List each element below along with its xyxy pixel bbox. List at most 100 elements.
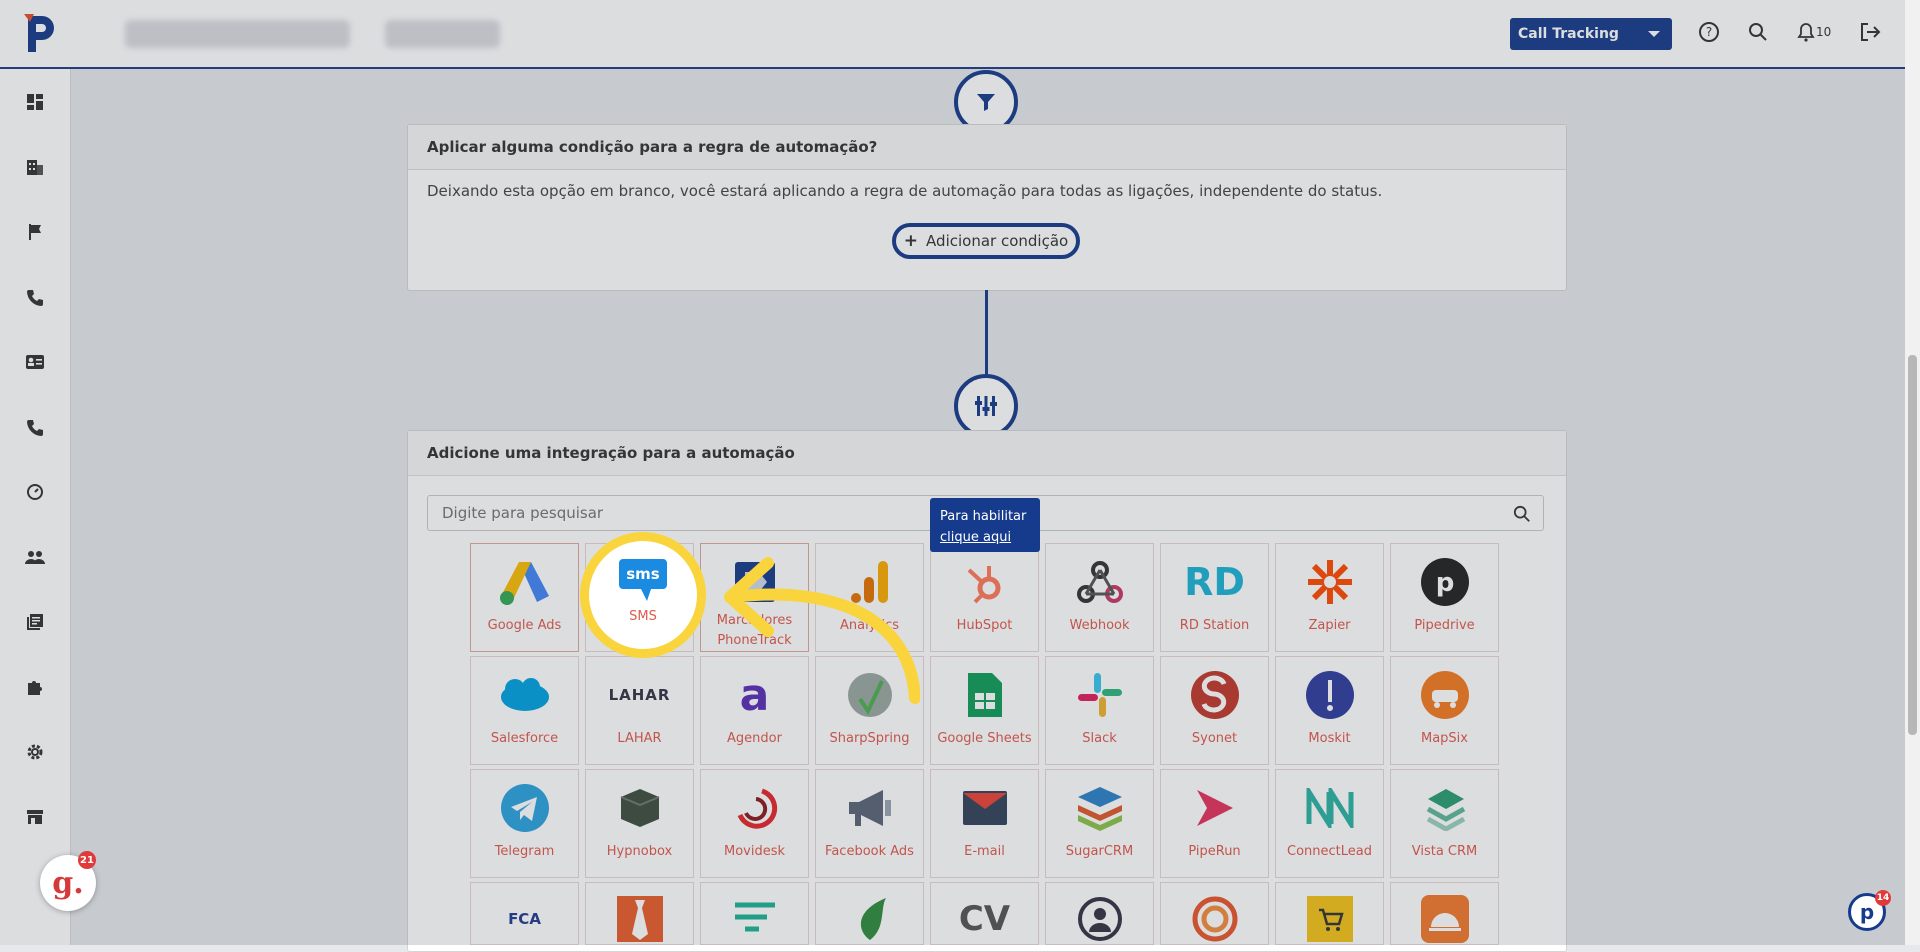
service-bell-icon <box>1417 893 1473 944</box>
integration-tile-piperun[interactable]: PipeRun <box>1160 769 1269 878</box>
building-icon[interactable] <box>22 154 48 180</box>
mapsix-icon <box>1417 667 1473 723</box>
support-badge: 14 <box>1875 890 1891 906</box>
top-bar: Call Tracking ? 10 <box>0 0 1905 69</box>
integration-tile-rdstation[interactable]: RD RD Station <box>1160 543 1269 652</box>
tile-label: Salesforce <box>490 731 559 746</box>
phonetrack-logo[interactable] <box>22 12 58 54</box>
support-widget-button[interactable]: p 14 <box>1848 890 1891 931</box>
speedometer-icon[interactable] <box>22 479 48 505</box>
integration-tile-leaf[interactable] <box>815 882 924 945</box>
search-icon <box>1513 505 1530 522</box>
scrollbar-thumb[interactable] <box>1908 355 1917 735</box>
users-icon[interactable] <box>22 544 48 570</box>
integration-tile-slack[interactable]: Slack <box>1045 656 1154 765</box>
integration-tile-zapier[interactable]: Zapier <box>1275 543 1384 652</box>
integration-tile-email[interactable]: E-mail <box>930 769 1039 878</box>
integration-tile-sms[interactable]: sms SMS <box>580 532 706 658</box>
pipedrive-icon: p <box>1417 554 1473 610</box>
tie-icon <box>612 893 668 944</box>
integration-tile-facebook-ads[interactable]: Facebook Ads <box>815 769 924 878</box>
integration-card-title: Adicione uma integração para a automação <box>408 431 1566 476</box>
integration-tile-lahar[interactable]: LAHAR LAHAR <box>585 656 694 765</box>
account-selector-blurred[interactable] <box>125 20 350 48</box>
integration-tile-telegram[interactable]: Telegram <box>470 769 579 878</box>
puzzle-icon[interactable] <box>22 674 48 700</box>
page-scrollbar[interactable] <box>1905 0 1920 945</box>
integration-tile-google-sheets[interactable]: Google Sheets <box>930 656 1039 765</box>
phone-icon[interactable] <box>22 284 48 310</box>
notifications-button[interactable]: 10 <box>1797 20 1837 44</box>
integration-tile-bell[interactable] <box>1390 882 1499 945</box>
integration-tile-target[interactable] <box>1160 882 1269 945</box>
product-select-label: Call Tracking <box>1518 26 1619 42</box>
integration-tile-google-ads[interactable]: Google Ads <box>470 543 579 652</box>
integration-tile-connectlead[interactable]: ConnectLead <box>1275 769 1384 878</box>
gear-icon[interactable] <box>22 739 48 765</box>
logout-icon[interactable] <box>1858 20 1882 44</box>
tooltip-text: Para habilitar <box>940 509 1027 524</box>
help-icon[interactable]: ? <box>1697 20 1721 44</box>
integration-tile-salesforce[interactable]: Salesforce <box>470 656 579 765</box>
tile-label: Movidesk <box>723 844 786 859</box>
slack-icon <box>1072 667 1128 723</box>
chevron-down-icon <box>1648 31 1660 37</box>
integration-tile-fca[interactable]: FCA <box>470 882 579 945</box>
integration-tile-stripes[interactable] <box>700 882 809 945</box>
cart-icon <box>1302 893 1358 944</box>
integration-tile-mapsix[interactable]: MapSix <box>1390 656 1499 765</box>
store-icon[interactable] <box>22 804 48 830</box>
integration-tile-cart[interactable] <box>1275 882 1384 945</box>
tile-label: ConnectLead <box>1287 844 1372 859</box>
hypnobox-icon <box>612 780 668 836</box>
megaphone-icon <box>842 780 898 836</box>
email-icon <box>957 780 1013 836</box>
connectlead-icon <box>1302 780 1358 836</box>
integration-tile-person[interactable] <box>1045 882 1154 945</box>
flag-icon[interactable] <box>22 219 48 245</box>
svg-text:sms: sms <box>626 565 660 583</box>
add-condition-button[interactable]: + Adicionar condição <box>892 223 1080 259</box>
integration-tile-hubspot[interactable]: HubSpot <box>930 543 1039 652</box>
sidebar <box>0 69 71 945</box>
sugarcrm-icon <box>1072 780 1128 836</box>
sms-icon: sms <box>617 557 669 607</box>
webhook-icon <box>1072 554 1128 610</box>
integration-tile-vista-crm[interactable]: Vista CRM <box>1390 769 1499 878</box>
integration-tile-pipedrive[interactable]: p Pipedrive <box>1390 543 1499 652</box>
contact-card-icon[interactable] <box>22 349 48 375</box>
integration-tile-hypnobox[interactable]: Hypnobox <box>585 769 694 878</box>
syonet-icon <box>1187 667 1243 723</box>
integration-tile-webhook[interactable]: Webhook <box>1045 543 1154 652</box>
connector-line <box>985 290 988 374</box>
tile-label: HubSpot <box>956 618 1013 633</box>
zapier-icon <box>1302 554 1358 610</box>
integration-tile-movidesk[interactable]: Movidesk <box>700 769 809 878</box>
tooltip-link[interactable]: clique aqui <box>940 527 1030 548</box>
integration-tile-syonet[interactable]: Syonet <box>1160 656 1269 765</box>
notification-count: 10 <box>1816 25 1832 39</box>
search-icon[interactable] <box>1746 20 1770 44</box>
chat-widget-button[interactable]: g. 21 <box>40 851 96 911</box>
dashboard-icon[interactable] <box>22 89 48 115</box>
enable-tooltip: Para habilitar clique aqui <box>930 498 1040 552</box>
integration-tile-tie[interactable] <box>585 882 694 945</box>
tile-label: Slack <box>1082 731 1117 746</box>
condition-card: Aplicar alguma condição para a regra de … <box>407 124 1567 291</box>
user-selector-blurred[interactable] <box>385 20 500 48</box>
phone-icon[interactable] <box>22 414 48 440</box>
chat-badge: 21 <box>78 851 96 869</box>
tile-label: SugarCRM <box>1065 844 1134 859</box>
tile-label: Zapier <box>1308 618 1351 633</box>
rdstation-icon: RD <box>1184 560 1245 604</box>
svg-text:?: ? <box>1706 25 1712 39</box>
telegram-icon <box>497 780 553 836</box>
reports-icon[interactable] <box>22 609 48 635</box>
product-select[interactable]: Call Tracking <box>1510 18 1672 50</box>
tile-label: SMS <box>629 609 657 624</box>
tile-label: Vista CRM <box>1411 844 1478 859</box>
integration-tile-moskit[interactable]: Moskit <box>1275 656 1384 765</box>
integration-tile-sugarcrm[interactable]: SugarCRM <box>1045 769 1154 878</box>
integration-tile-cv[interactable]: CV <box>930 882 1039 945</box>
google-ads-icon <box>497 554 553 610</box>
